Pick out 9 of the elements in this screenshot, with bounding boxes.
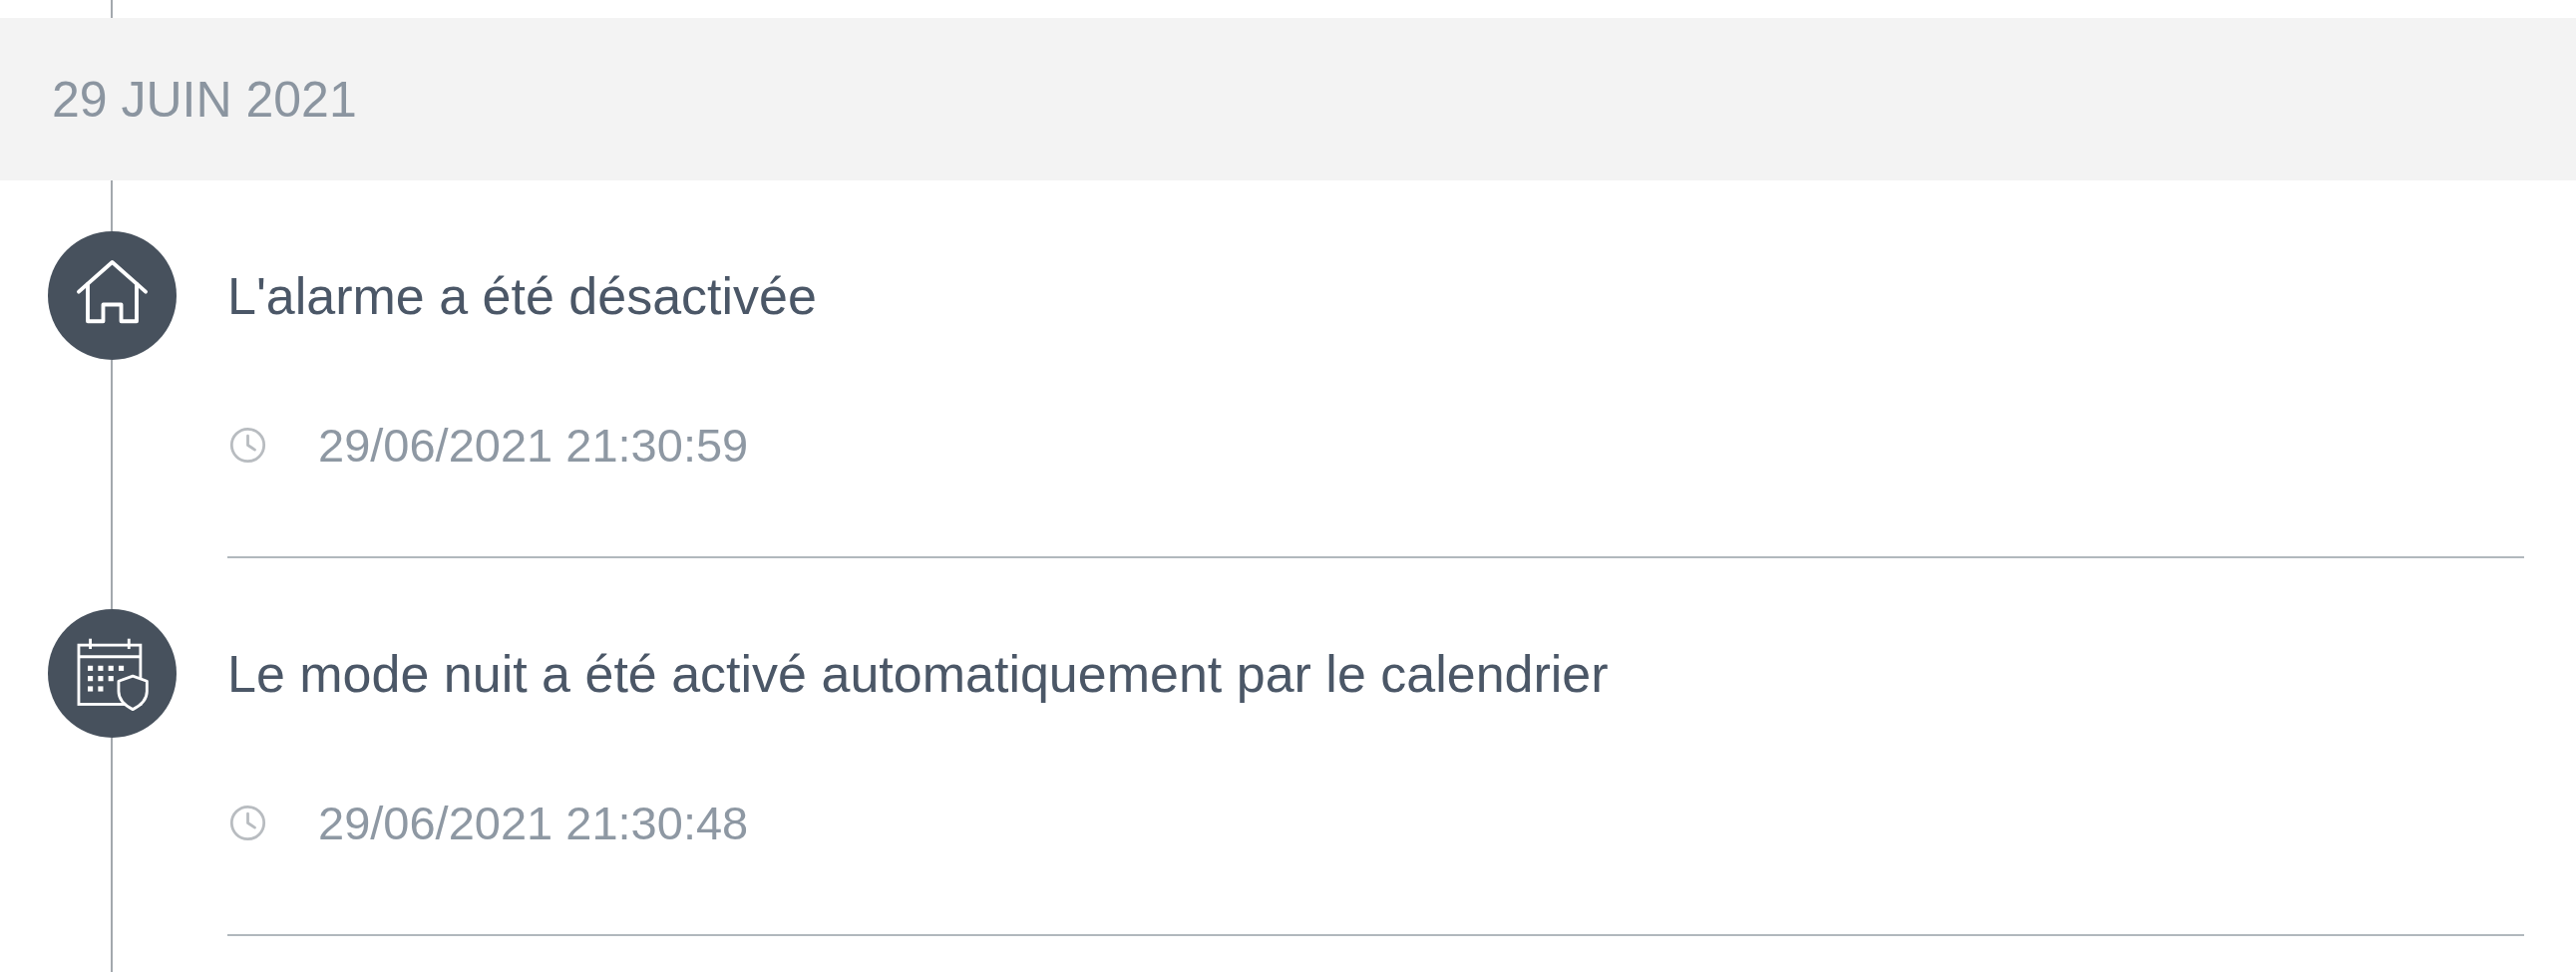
event-timestamp: 29/06/2021 21:30:59 — [318, 417, 749, 473]
date-header: 29 JUIN 2021 — [0, 18, 2576, 180]
house-icon — [47, 231, 177, 360]
event-title: L'alarme a été désactivée — [227, 265, 817, 326]
event-timestamp: 29/06/2021 21:30:48 — [318, 795, 749, 850]
event-title: Le mode nuit a été activé automatiquement par le calendrier — [227, 643, 1609, 704]
calendar-shield-icon — [47, 609, 177, 738]
clock-icon — [229, 426, 266, 464]
clock-icon — [229, 804, 266, 841]
